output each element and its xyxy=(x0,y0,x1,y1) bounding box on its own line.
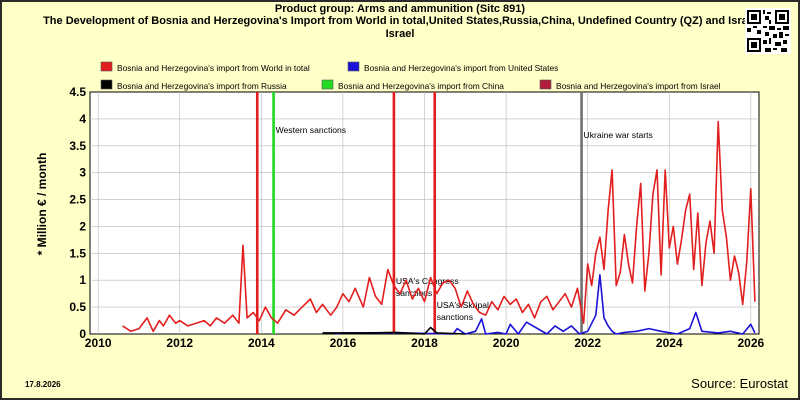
y-tick-label: 1.5 xyxy=(69,246,86,260)
y-tick-label: 4 xyxy=(79,112,86,126)
legend-label-us: Bosnia and Herzegovina's import from Uni… xyxy=(364,63,558,73)
x-tick-label: 2020 xyxy=(493,336,520,350)
y-tick-label: 3 xyxy=(79,166,86,180)
chart-svg: Bosnia and Herzegovina's import from Wor… xyxy=(69,61,765,350)
y-tick-label: 4.5 xyxy=(69,85,86,99)
y-tick-label: 2.5 xyxy=(69,193,86,207)
footer-date: 17.8.2026 xyxy=(25,380,61,389)
x-tick-label: 2024 xyxy=(656,336,683,350)
y-tick-label: 3.5 xyxy=(69,139,86,153)
x-tick-label: 2022 xyxy=(574,336,601,350)
y-tick-label: 0.5 xyxy=(69,300,86,314)
event-label: Western sanctions xyxy=(276,125,347,135)
legend-swatch-us xyxy=(347,61,360,72)
x-tick-label: 2010 xyxy=(85,336,112,350)
event-label: sanctions xyxy=(437,312,473,322)
legend-label-israel: Bosnia and Herzegovina's import from Isr… xyxy=(556,81,721,91)
legend-swatch-russia xyxy=(100,79,113,90)
legend-swatch-world xyxy=(100,61,113,72)
event-label: Ukraine war starts xyxy=(584,130,653,140)
x-tick-label: 2012 xyxy=(166,336,193,350)
x-tick-label: 2014 xyxy=(248,336,275,350)
legend-label-china: Bosnia and Herzegovina's import from Chi… xyxy=(338,81,504,91)
legend-label-russia: Bosnia and Herzegovina's import from Rus… xyxy=(117,81,287,91)
y-tick-label: 2 xyxy=(79,219,86,233)
legend-swatch-israel xyxy=(539,79,552,90)
legend-label-world: Bosnia and Herzegovina's import from Wor… xyxy=(117,63,310,73)
x-tick-label: 2018 xyxy=(411,336,438,350)
chart-legend: Bosnia and Herzegovina's import from Wor… xyxy=(100,61,721,91)
x-tick-label: 2016 xyxy=(330,336,357,350)
y-tick-label: 1 xyxy=(79,273,86,287)
footer-source: Source: Eurostat xyxy=(691,376,788,391)
x-tick-label: 2026 xyxy=(737,336,764,350)
legend-swatch-china xyxy=(321,79,334,90)
